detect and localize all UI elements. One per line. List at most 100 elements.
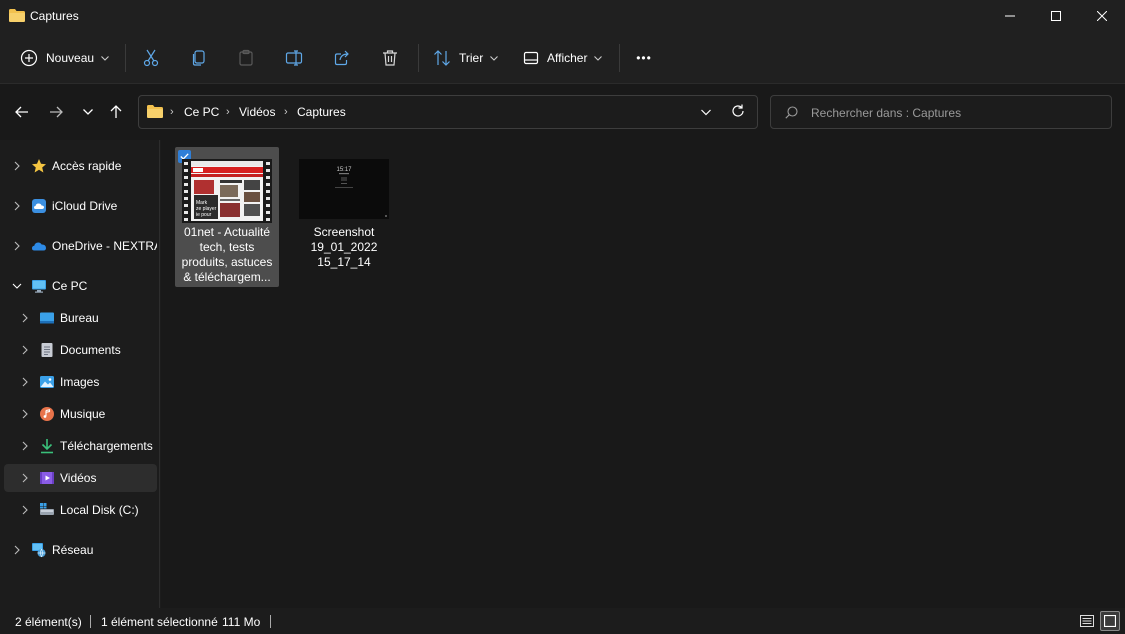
cut-button[interactable] xyxy=(135,42,167,74)
sidebar-item-network[interactable]: Réseau xyxy=(4,536,157,564)
clipboard-icon xyxy=(239,49,253,66)
network-icon xyxy=(32,543,46,558)
copy-icon xyxy=(192,50,205,66)
file-list: Mark ze player ie pour 01net - Actualité… xyxy=(161,140,1125,608)
navigation-pane: Accès rapide iCloud Drive OneDrive - NEX… xyxy=(0,140,160,608)
sidebar-item-this-pc[interactable]: Ce PC xyxy=(4,272,157,300)
arrow-left-icon xyxy=(15,106,28,118)
chevron-right-icon xyxy=(22,345,28,355)
chevron-right-icon: › xyxy=(284,106,288,118)
address-history-button[interactable] xyxy=(701,105,711,122)
chevron-down-icon xyxy=(83,109,93,115)
window-title: Captures xyxy=(30,9,79,23)
search-input[interactable]: Rechercher dans : Captures xyxy=(770,95,1112,129)
close-button[interactable] xyxy=(1079,0,1125,32)
more-options-button[interactable]: ••• xyxy=(628,42,660,74)
sidebar-item-label: Documents xyxy=(60,343,121,357)
copy-button[interactable] xyxy=(183,42,215,74)
file-tile[interactable]: 15:17 Screenshot 19_01_2022 15_17_14 xyxy=(292,147,396,287)
new-label: Nouveau xyxy=(46,51,95,65)
chevron-right-icon xyxy=(14,545,20,555)
sidebar-item-onedrive[interactable]: OneDrive - NEXTRADIO TV xyxy=(4,232,157,260)
folder-icon xyxy=(147,105,163,121)
chevron-right-icon xyxy=(22,441,28,451)
sidebar-item-local-disk[interactable]: Local Disk (C:) xyxy=(4,496,157,524)
chevron-right-icon xyxy=(22,505,28,515)
forward-button[interactable] xyxy=(42,98,70,126)
address-bar[interactable]: › Ce PC › Vidéos › Captures xyxy=(138,95,758,129)
view-icon xyxy=(523,51,539,65)
delete-button[interactable] xyxy=(374,42,406,74)
images-icon xyxy=(40,376,54,388)
details-view-icon xyxy=(1080,615,1094,627)
minimize-button[interactable] xyxy=(987,0,1033,32)
status-bar: 2 élément(s) 1 élément sélectionné 111 M… xyxy=(0,608,1125,634)
chevron-right-icon: › xyxy=(170,106,174,118)
details-view-button[interactable] xyxy=(1077,611,1097,631)
view-label: Afficher xyxy=(547,51,588,65)
tiles-view-button[interactable] xyxy=(1100,611,1120,631)
maximize-icon xyxy=(1051,11,1061,21)
chevron-right-icon xyxy=(14,161,20,171)
file-tile[interactable]: Mark ze player ie pour 01net - Actualité… xyxy=(175,147,279,287)
breadcrumb-videos[interactable]: Vidéos xyxy=(239,105,275,119)
sort-icon xyxy=(434,50,450,66)
minimize-icon xyxy=(1005,15,1015,17)
breadcrumb-ce-pc[interactable]: Ce PC xyxy=(184,105,219,119)
back-button[interactable] xyxy=(8,98,36,126)
up-button[interactable] xyxy=(102,98,130,126)
chevron-down-icon xyxy=(12,283,22,289)
chevron-right-icon xyxy=(14,201,20,211)
view-button[interactable]: Afficher xyxy=(523,42,603,74)
sidebar-item-label: iCloud Drive xyxy=(52,199,118,213)
video-thumbnail: 15:17 xyxy=(299,159,389,219)
trash-icon xyxy=(383,50,397,66)
new-button[interactable]: Nouveau xyxy=(20,42,109,74)
item-count: 2 élément(s) xyxy=(15,615,82,629)
selection-size: 111 Mo xyxy=(222,615,261,629)
arrow-right-icon xyxy=(50,106,63,118)
sidebar-item-videos[interactable]: Vidéos xyxy=(4,464,157,492)
sidebar-item-desktop[interactable]: Bureau xyxy=(4,304,157,332)
search-icon xyxy=(785,106,798,122)
status-divider xyxy=(90,615,91,628)
refresh-icon xyxy=(732,104,744,117)
breadcrumb-captures[interactable]: Captures xyxy=(297,105,346,119)
music-icon xyxy=(40,407,54,421)
desktop-icon xyxy=(40,312,54,324)
sidebar-item-icloud-drive[interactable]: iCloud Drive xyxy=(4,192,157,220)
sidebar-item-quick-access[interactable]: Accès rapide xyxy=(4,152,157,180)
sidebar-item-label: OneDrive - NEXTRADIO TV xyxy=(52,239,157,253)
videos-icon xyxy=(40,472,54,484)
download-icon xyxy=(41,439,53,454)
maximize-button[interactable] xyxy=(1033,0,1079,32)
sort-button[interactable]: Trier xyxy=(433,42,499,74)
sidebar-item-label: Bureau xyxy=(60,311,99,325)
toolbar-divider xyxy=(418,44,419,72)
paste-button[interactable] xyxy=(230,42,262,74)
scissors-icon xyxy=(143,49,159,67)
share-button[interactable] xyxy=(326,42,358,74)
chevron-right-icon xyxy=(14,241,20,251)
chevron-down-icon xyxy=(701,109,711,116)
sidebar-item-documents[interactable]: Documents xyxy=(4,336,157,364)
sidebar-item-label: Téléchargements xyxy=(60,439,153,453)
recent-locations-button[interactable] xyxy=(74,98,102,126)
chevron-right-icon xyxy=(22,313,28,323)
chevron-down-icon xyxy=(490,55,499,61)
sidebar-item-images[interactable]: Images xyxy=(4,368,157,396)
video-thumbnail: Mark ze player ie pour xyxy=(182,159,272,223)
computer-icon xyxy=(32,280,46,293)
sidebar-item-label: Local Disk (C:) xyxy=(60,503,139,517)
selection-count: 1 élément sélectionné xyxy=(101,615,218,629)
status-divider xyxy=(270,615,271,628)
chevron-down-icon xyxy=(101,55,109,61)
rename-button[interactable] xyxy=(278,42,310,74)
refresh-button[interactable] xyxy=(731,104,745,121)
sidebar-item-label: Accès rapide xyxy=(52,159,122,173)
sidebar-item-downloads[interactable]: Téléchargements xyxy=(4,432,157,460)
chevron-down-icon xyxy=(594,55,603,61)
large-icons-view-icon xyxy=(1104,615,1116,627)
sidebar-item-label: Images xyxy=(60,375,100,389)
sidebar-item-music[interactable]: Musique xyxy=(4,400,157,428)
